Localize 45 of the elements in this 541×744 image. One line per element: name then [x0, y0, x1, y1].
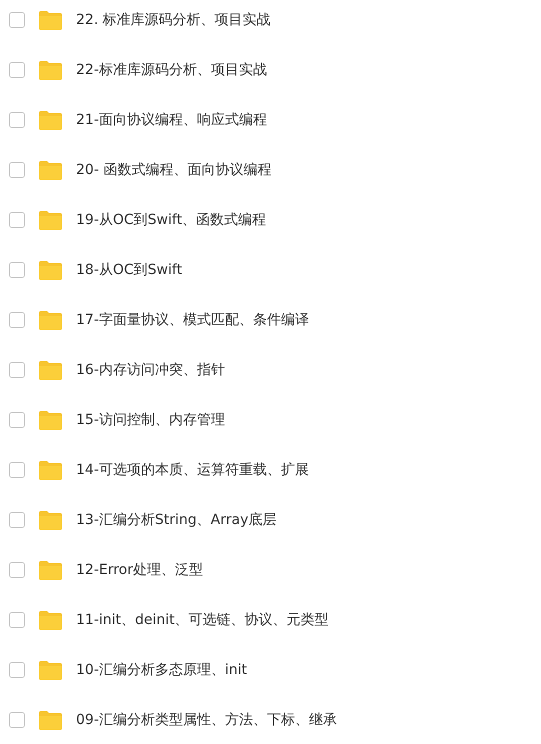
folder-name[interactable]: 10-汇编分析多态原理、init [76, 661, 248, 679]
folder-name[interactable]: 16-内存访问冲突、指针 [76, 361, 225, 379]
folder-name[interactable]: 09-汇编分析类型属性、方法、下标、继承 [76, 711, 337, 729]
folder-name[interactable]: 20- 函数式编程、面向协议编程 [76, 161, 272, 179]
checkbox[interactable] [9, 212, 25, 228]
folder-name[interactable]: 21-面向协议编程、响应式编程 [76, 111, 267, 129]
folder-name[interactable]: 15-访问控制、内存管理 [76, 411, 225, 429]
folder-icon [38, 510, 63, 530]
folder-icon [38, 310, 63, 330]
checkbox[interactable] [9, 712, 25, 728]
folder-name[interactable]: 13-汇编分析String、Array底层 [76, 511, 276, 529]
folder-name[interactable]: 22-标准库源码分析、项目实战 [76, 61, 267, 79]
folder-icon [38, 710, 63, 730]
folder-icon [38, 210, 63, 230]
checkbox[interactable] [9, 612, 25, 628]
checkbox[interactable] [9, 112, 25, 128]
folder-name[interactable]: 11-init、deinit、可选链、协议、元类型 [76, 611, 329, 629]
checkbox[interactable] [9, 312, 25, 328]
checkbox[interactable] [9, 512, 25, 528]
folder-icon [38, 660, 63, 680]
folder-icon [38, 610, 63, 630]
folder-name[interactable]: 17-字面量协议、模式匹配、条件编译 [76, 311, 309, 329]
folder-icon [38, 410, 63, 430]
checkbox[interactable] [9, 662, 25, 678]
folder-name[interactable]: 18-从OC到Swift [76, 261, 182, 279]
checkbox[interactable] [9, 362, 25, 378]
folder-icon [38, 160, 63, 180]
checkbox[interactable] [9, 562, 25, 578]
folder-icon [38, 360, 63, 380]
folder-icon [38, 10, 63, 30]
folder-icon [38, 260, 63, 280]
folder-icon [38, 460, 63, 480]
checkbox[interactable] [9, 462, 25, 478]
checkbox[interactable] [9, 62, 25, 78]
folder-name[interactable]: 22. 标准库源码分析、项目实战 [76, 11, 271, 29]
folder-name[interactable]: 14-可选项的本质、运算符重载、扩展 [76, 461, 309, 479]
checkbox[interactable] [9, 412, 25, 428]
folder-icon [38, 110, 63, 130]
checkbox[interactable] [9, 162, 25, 178]
checkbox[interactable] [9, 12, 25, 28]
folder-name[interactable]: 19-从OC到Swift、函数式编程 [76, 211, 266, 229]
checkbox[interactable] [9, 262, 25, 278]
folder-icon [38, 60, 63, 80]
folder-icon [38, 560, 63, 580]
folder-name[interactable]: 12-Error处理、泛型 [76, 561, 203, 579]
